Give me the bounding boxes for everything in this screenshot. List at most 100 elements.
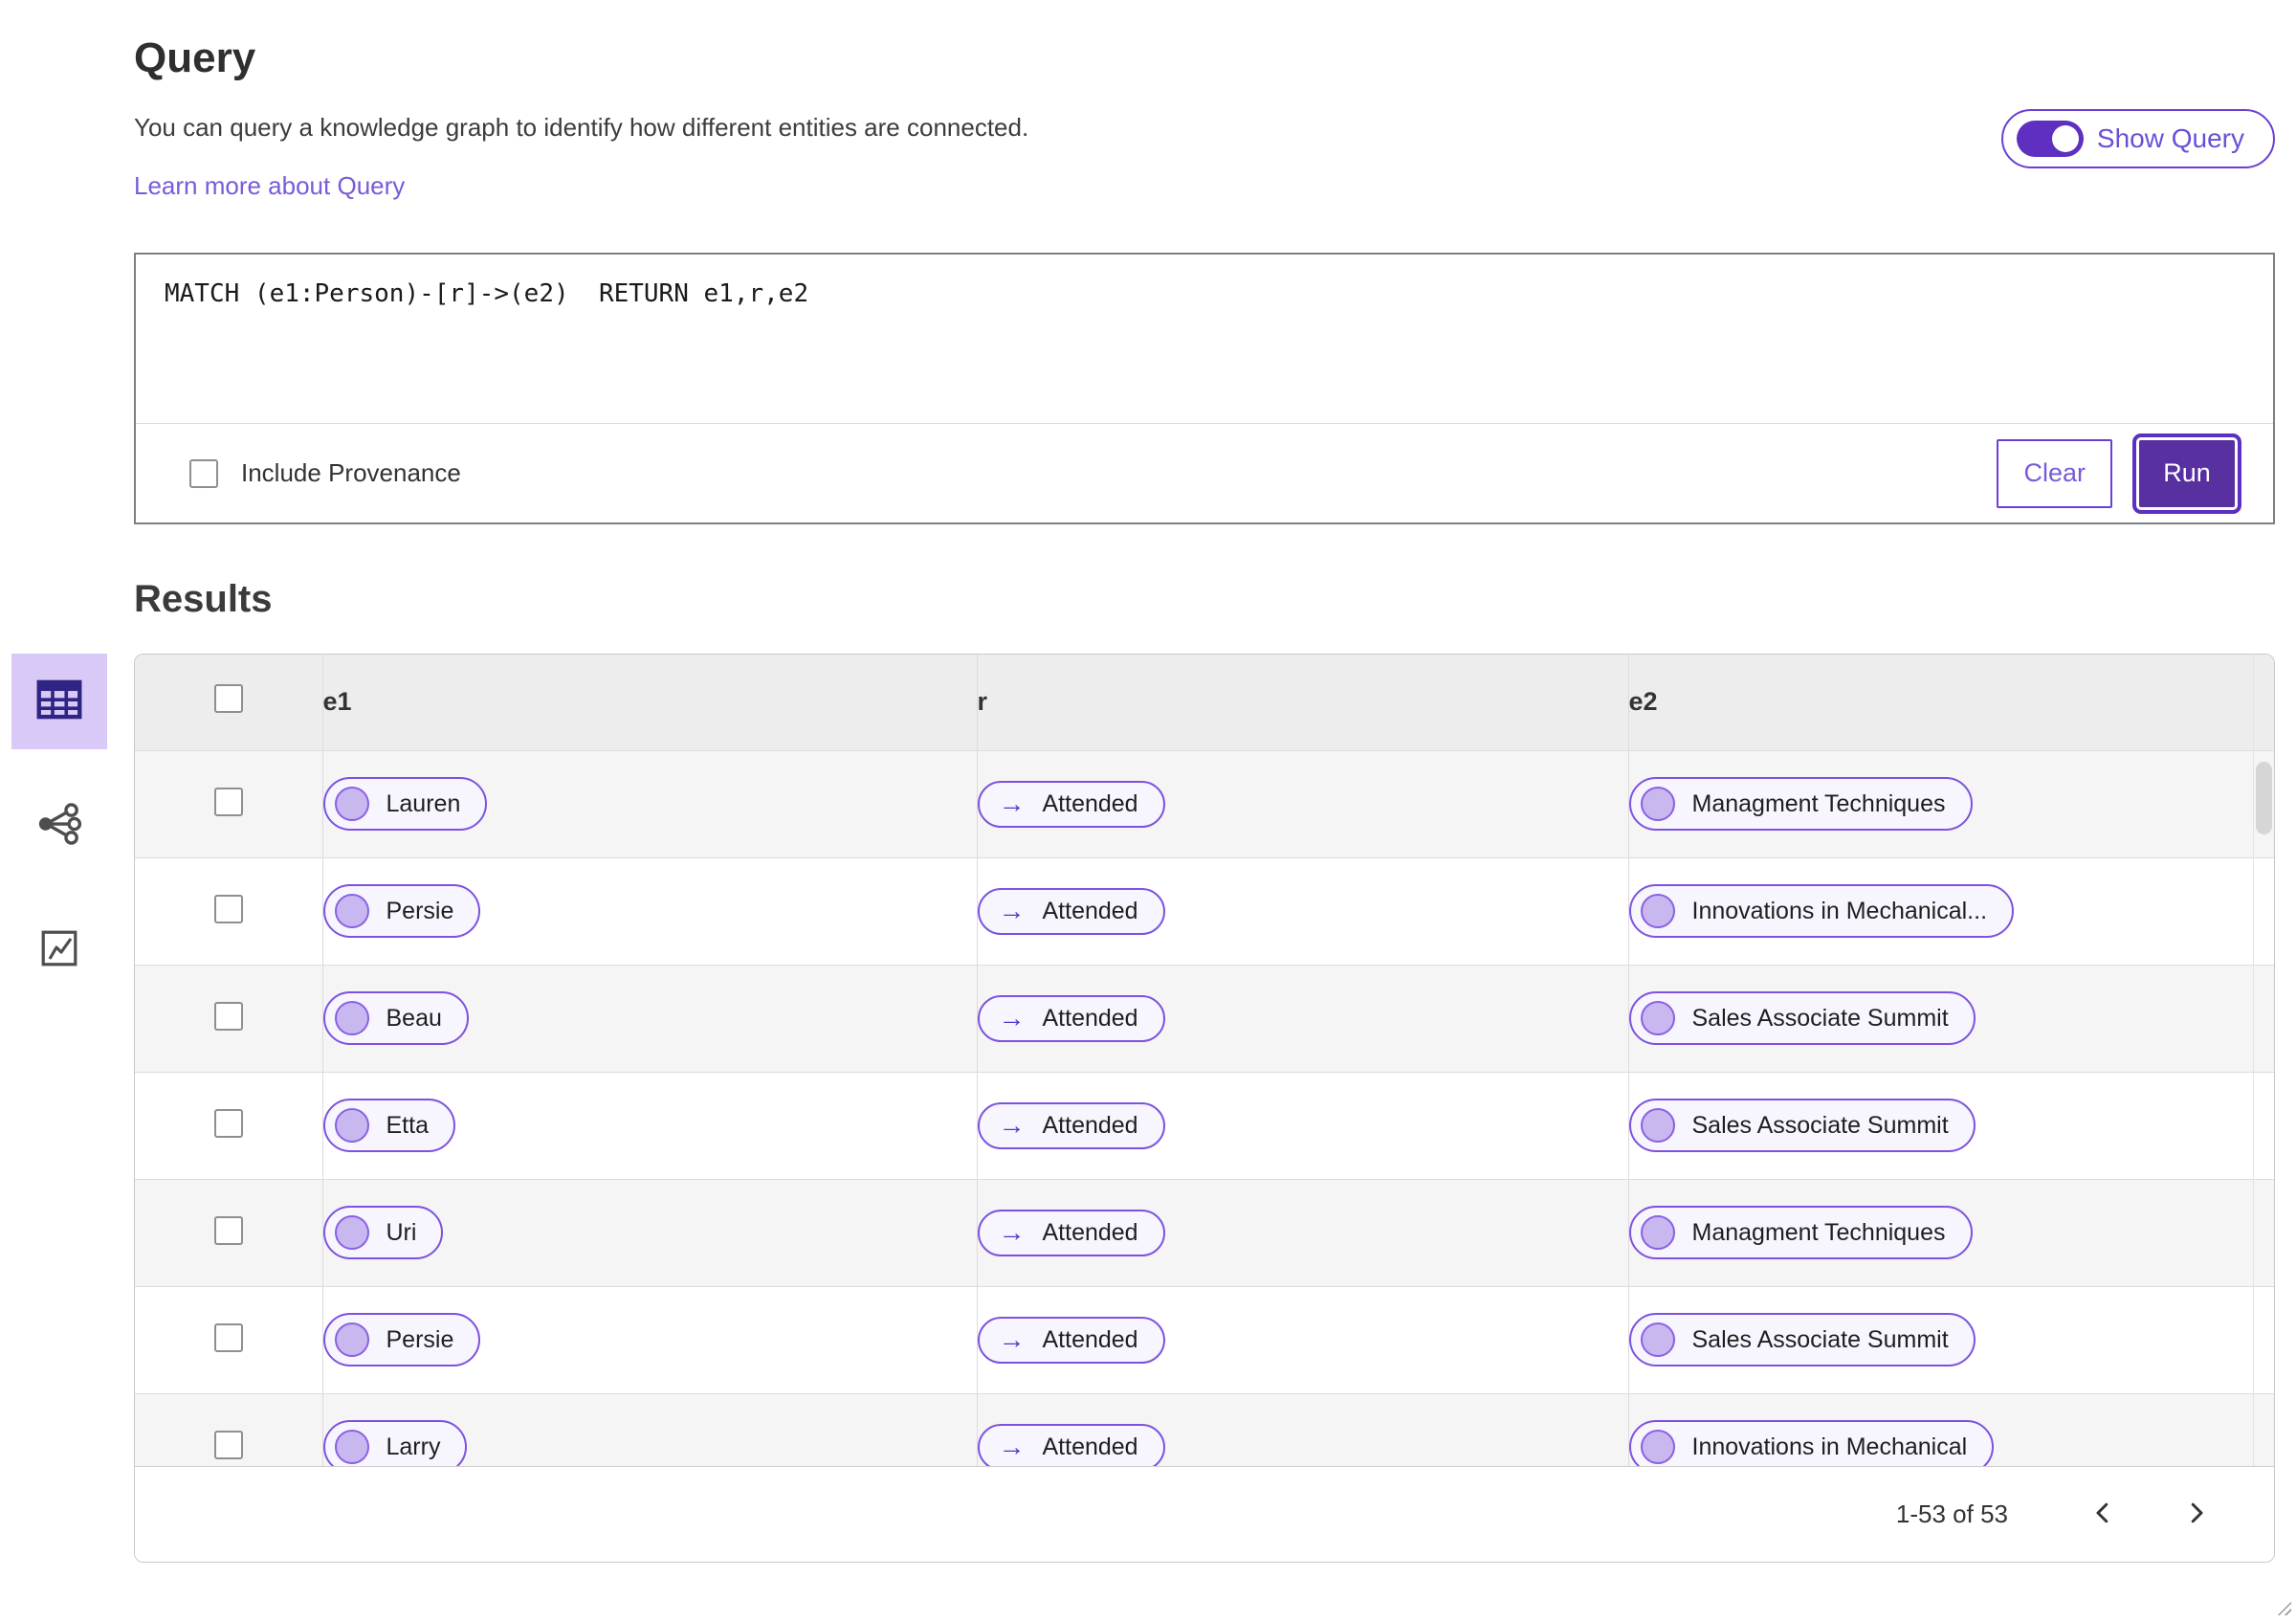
column-header-r: r	[976, 655, 1628, 750]
entity-pill[interactable]: Sales Associate Summit	[1628, 1313, 1976, 1366]
previous-page-button[interactable]	[2083, 1493, 2123, 1536]
entity-node-icon	[334, 894, 369, 928]
table-scrollbar-track[interactable]	[2253, 655, 2274, 1466]
entity-node-icon	[334, 1108, 369, 1143]
arrow-right-icon: →	[998, 1432, 1026, 1462]
entity-node-icon	[334, 1430, 369, 1465]
chart-view-button[interactable]	[11, 902, 107, 998]
entity-pill[interactable]: Managment Techniques	[1628, 777, 1973, 831]
table-view-button[interactable]	[11, 654, 107, 749]
learn-more-link[interactable]: Learn more about Query	[134, 171, 405, 201]
table-row: Beau → Attended Sales Associate Summit	[135, 965, 2274, 1072]
relation-pill[interactable]: → Attended	[977, 1101, 1165, 1149]
include-provenance-checkbox[interactable]	[189, 458, 218, 488]
entity-node-icon	[334, 787, 369, 821]
row-checkbox[interactable]	[213, 894, 243, 923]
table-row: Persie → Attended Sales Associate Summit	[135, 1286, 2274, 1393]
row-checkbox[interactable]	[213, 1430, 243, 1459]
view-switcher	[0, 654, 134, 998]
entity-pill[interactable]: Innovations in Mechanical...	[1628, 884, 2015, 938]
table-row: Uri → Attended Managment Techniques	[135, 1179, 2274, 1286]
results-table: e1 r e2 Lauren → Attended Managment Techn…	[135, 655, 2274, 1466]
clear-button[interactable]: Clear	[1997, 438, 2112, 508]
entity-pill[interactable]: Innovations in Mechanical	[1628, 1420, 1995, 1466]
table-icon	[32, 672, 87, 732]
graph-view-button[interactable]	[11, 778, 107, 874]
next-page-button[interactable]	[2176, 1493, 2217, 1536]
query-input[interactable]: MATCH (e1:Person)-[r]->(e2) RETURN e1,r,…	[136, 255, 2273, 423]
toggle-knob	[2051, 125, 2079, 152]
row-checkbox[interactable]	[213, 1001, 243, 1031]
show-query-label: Show Query	[2096, 123, 2244, 153]
run-button[interactable]: Run	[2132, 433, 2241, 514]
chart-icon	[36, 925, 82, 976]
pagination-range-label: 1-53 of 53	[1895, 1500, 2008, 1528]
results-card: e1 r e2 Lauren → Attended Managment Techn…	[134, 654, 2275, 1563]
entity-node-icon	[1640, 894, 1675, 928]
arrow-right-icon: →	[998, 1110, 1026, 1140]
row-checkbox[interactable]	[213, 787, 243, 816]
resize-handle-icon[interactable]	[2273, 1597, 2291, 1615]
relation-pill[interactable]: → Attended	[977, 994, 1165, 1042]
table-row: Etta → Attended Sales Associate Summit	[135, 1072, 2274, 1179]
arrow-right-icon: →	[998, 1324, 1026, 1354]
results-area: e1 r e2 Lauren → Attended Managment Techn…	[0, 654, 2275, 1563]
entity-pill[interactable]: Managment Techniques	[1628, 1206, 1973, 1259]
entity-node-icon	[1640, 1215, 1675, 1250]
page-title: Query	[134, 34, 256, 81]
entity-node-icon	[1640, 1430, 1675, 1465]
relation-pill[interactable]: → Attended	[977, 887, 1165, 935]
entity-pill[interactable]: Etta	[322, 1099, 455, 1152]
query-description-block: You can query a knowledge graph to ident…	[134, 113, 1028, 201]
arrow-right-icon: →	[998, 1003, 1026, 1033]
results-title: Results	[134, 578, 273, 620]
chevron-left-icon	[2088, 1499, 2117, 1530]
entity-node-icon	[334, 1322, 369, 1357]
relation-pill[interactable]: → Attended	[977, 1316, 1165, 1364]
entity-pill[interactable]: Sales Associate Summit	[1628, 1099, 1976, 1152]
table-row: Larry → Attended Innovations in Mechanica…	[135, 1393, 2274, 1466]
table-row: Lauren → Attended Managment Techniques	[135, 750, 2274, 857]
column-header-e1: e1	[321, 655, 977, 750]
row-checkbox[interactable]	[213, 1322, 243, 1352]
query-toolbar: Include Provenance Clear Run	[136, 423, 2273, 522]
entity-pill[interactable]: Beau	[322, 991, 469, 1045]
entity-node-icon	[1640, 1001, 1675, 1035]
arrow-right-icon: →	[998, 896, 1026, 925]
arrow-right-icon: →	[998, 1217, 1026, 1247]
entity-pill[interactable]: Persie	[322, 1313, 481, 1366]
select-all-checkbox[interactable]	[213, 684, 243, 714]
entity-pill[interactable]: Larry	[322, 1420, 468, 1466]
include-provenance-label: Include Provenance	[241, 458, 461, 487]
row-checkbox[interactable]	[213, 1108, 243, 1138]
chevron-right-icon	[2182, 1499, 2211, 1530]
query-editor-card: MATCH (e1:Person)-[r]->(e2) RETURN e1,r,…	[134, 253, 2291, 1615]
table-scrollbar-thumb[interactable]	[2256, 762, 2272, 834]
entity-pill[interactable]: Persie	[322, 884, 481, 938]
toolbar-buttons: Clear Run	[1997, 433, 2241, 514]
entity-node-icon	[334, 1001, 369, 1035]
results-table-viewport: e1 r e2 Lauren → Attended Managment Techn…	[135, 655, 2274, 1466]
table-row: Persie → Attended Innovations in Mechanic…	[135, 857, 2274, 965]
toggle-on-icon	[2016, 121, 2084, 157]
entity-node-icon	[1640, 1108, 1675, 1143]
relation-pill[interactable]: → Attended	[977, 1209, 1165, 1256]
query-page: Query You can query a knowledge graph to…	[0, 34, 2296, 1622]
entity-node-icon	[334, 1215, 369, 1250]
entity-pill[interactable]: Uri	[322, 1206, 444, 1259]
query-description: You can query a knowledge graph to ident…	[134, 113, 1029, 142]
relation-pill[interactable]: → Attended	[977, 1423, 1165, 1466]
query-header-row: You can query a knowledge graph to ident…	[134, 109, 2275, 201]
show-query-toggle[interactable]: Show Query	[2000, 109, 2275, 168]
column-header-e2: e2	[1627, 655, 2274, 750]
pagination-bar: 1-53 of 53	[135, 1466, 2274, 1562]
table-header-row: e1 r e2	[135, 655, 2274, 750]
row-checkbox[interactable]	[213, 1215, 243, 1245]
relation-pill[interactable]: → Attended	[977, 780, 1165, 828]
entity-node-icon	[1640, 1322, 1675, 1357]
graph-icon	[33, 798, 85, 855]
entity-pill[interactable]: Sales Associate Summit	[1628, 991, 1976, 1045]
entity-pill[interactable]: Lauren	[322, 777, 488, 831]
arrow-right-icon: →	[998, 789, 1026, 818]
entity-node-icon	[1640, 787, 1675, 821]
